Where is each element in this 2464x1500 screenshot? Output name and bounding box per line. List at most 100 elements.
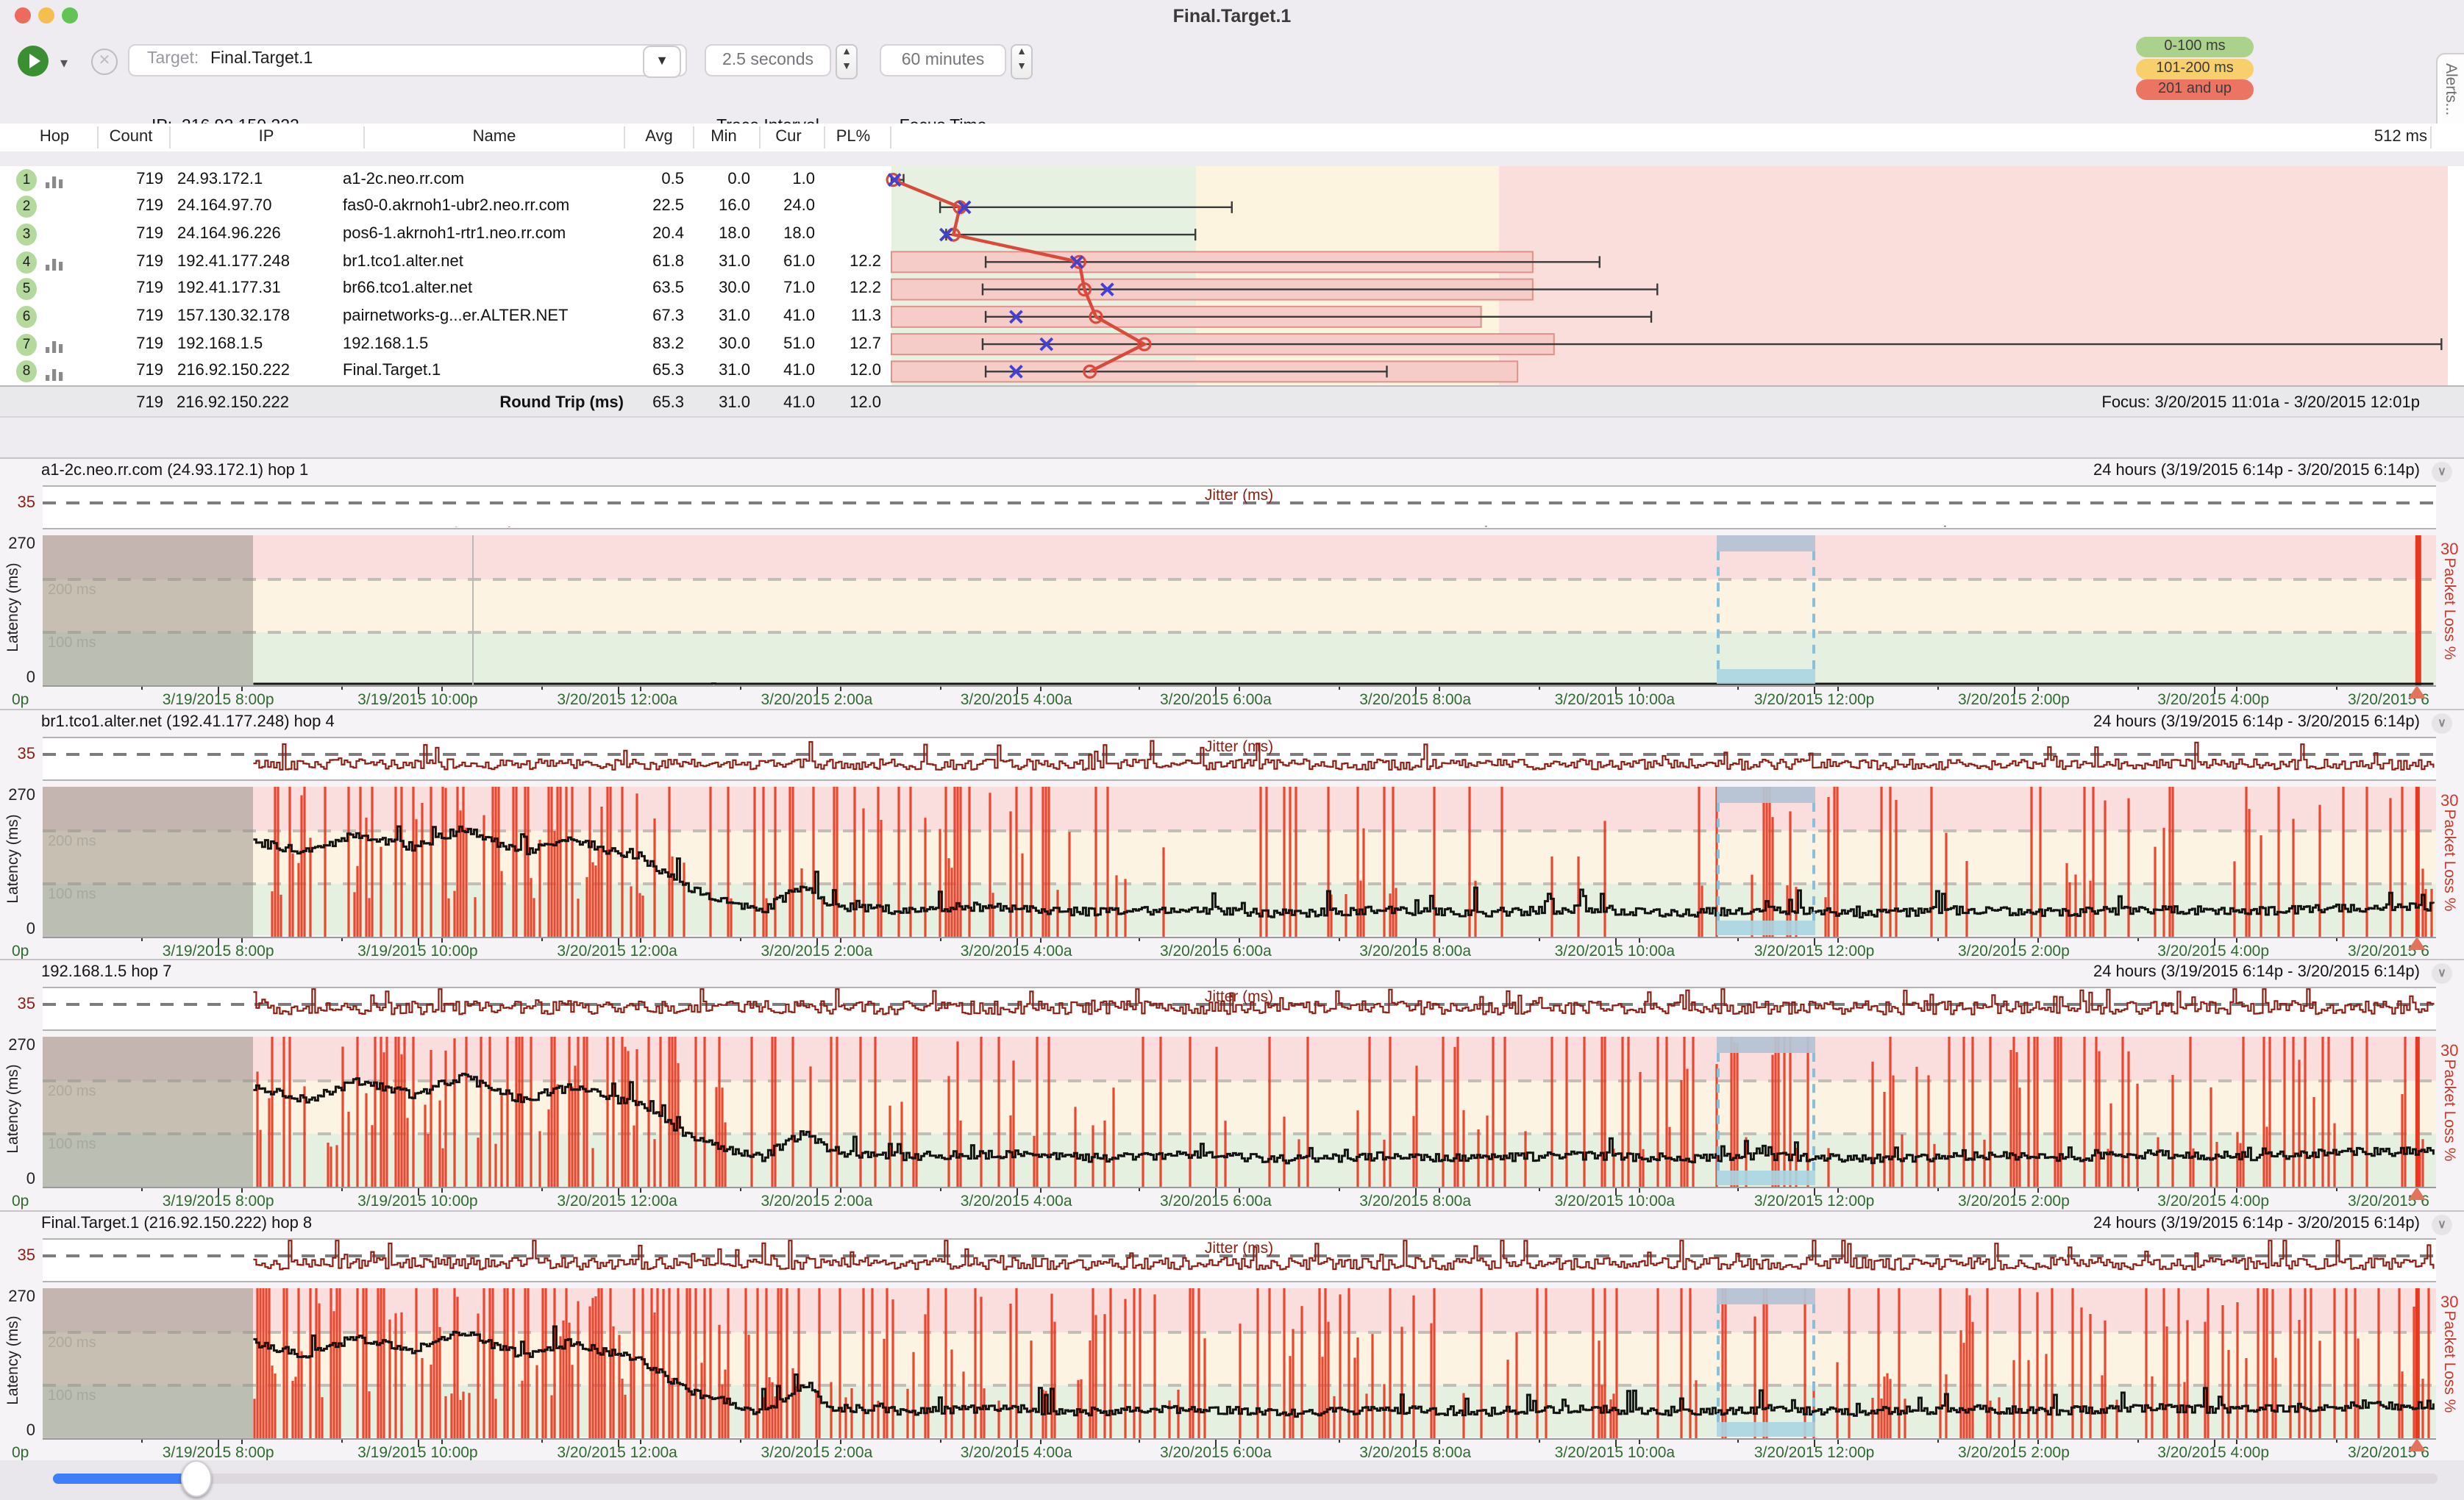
axis-label: 3/19/2015 8:00p <box>130 942 307 960</box>
axis-tick <box>142 938 143 940</box>
focus-selection-right-edge[interactable] <box>1813 802 1816 920</box>
axis-tick <box>1538 687 1539 690</box>
focus-time-input[interactable]: 60 minutes <box>880 44 1006 76</box>
focus-selection-left-edge[interactable] <box>1716 1304 1719 1421</box>
legend-pill-1[interactable]: 101-200 ms <box>2136 58 2254 79</box>
axis-label: 3/20/2015 8:00a <box>1327 1193 1503 1210</box>
axis-tick <box>2336 938 2337 940</box>
timeline-options-chevron-icon[interactable]: ∨ <box>2432 1214 2452 1235</box>
focus-selection-bottom-handle[interactable] <box>1716 1421 1816 1436</box>
focus-selection-right-edge[interactable] <box>1813 1304 1816 1421</box>
axis-label: 3/20/2015 8:00a <box>1327 1443 1503 1461</box>
focus-selection-right-edge[interactable] <box>1813 551 1816 669</box>
latency-plot[interactable]: 200 ms100 ms <box>42 1037 2436 1187</box>
jitter-axis-tick: 35 <box>0 494 35 512</box>
axis-tick <box>541 938 542 940</box>
axis-label: 3/20/2015 4:00p <box>2125 691 2301 709</box>
focus-selection-bottom-handle[interactable] <box>1716 669 1816 684</box>
target-dropdown-button[interactable]: ▼ <box>643 46 681 78</box>
axis-label-partial-left: 0p <box>12 691 29 709</box>
stop-trace-button[interactable]: ✕ <box>91 49 118 75</box>
axis-label: 3/19/2015 10:00p <box>330 691 506 709</box>
packet-loss-axis-label: Packet Loss % <box>2440 796 2458 923</box>
timeline-options-chevron-icon[interactable]: ∨ <box>2432 712 2452 733</box>
axis-tick <box>740 687 741 690</box>
timeline-title: br1.tco1.alter.net (192.41.177.248) hop … <box>41 712 335 730</box>
latency-plot[interactable]: 200 ms100 ms <box>42 535 2436 685</box>
axis-tick <box>341 1188 343 1191</box>
slider-knob[interactable] <box>181 1460 212 1496</box>
axis-tick <box>1339 687 1340 690</box>
axis-tick <box>740 938 741 940</box>
legend-pill-2[interactable]: 201 and up <box>2136 79 2254 100</box>
latency-plot[interactable]: 200 ms100 ms <box>42 786 2436 936</box>
focus-selection-top-handle[interactable] <box>1716 786 1816 802</box>
timeline-section-hop8: Final.Target.1 (216.92.150.222) hop 824 … <box>0 1210 2464 1460</box>
axis-tick <box>940 1188 941 1191</box>
column-header-name[interactable]: Name <box>435 128 553 146</box>
axis-tick <box>541 1188 542 1191</box>
timeline-title: Final.Target.1 (216.92.150.222) hop 8 <box>41 1214 312 1232</box>
latency-axis-label: Latency (ms) <box>4 1050 22 1168</box>
axis-label: 3/20/2015 12:00a <box>529 1193 705 1210</box>
latency-plot[interactable]: 200 ms100 ms <box>42 1288 2436 1438</box>
axis-tick <box>1738 687 1740 690</box>
legend-pill-0[interactable]: 0-100 ms <box>2136 37 2254 57</box>
column-header-ip[interactable]: IP <box>207 128 325 146</box>
column-header-count[interactable]: Count <box>72 128 190 146</box>
jitter-axis-tick: 35 <box>0 745 35 762</box>
trace-interval-stepper[interactable]: ▲▼ <box>836 44 858 79</box>
axis-tick <box>1937 1188 1939 1191</box>
focus-selection-left-edge[interactable] <box>1716 551 1719 669</box>
axis-tick <box>1339 1188 1340 1191</box>
latency-zero-label: 0 <box>0 1421 35 1439</box>
axis-tick <box>1937 1439 1939 1442</box>
axis-label: 3/19/2015 10:00p <box>330 1443 506 1461</box>
trace-graph[interactable] <box>0 166 2464 385</box>
axis-label: 3/20/2015 10:00a <box>1526 1443 1703 1461</box>
focus-selection-left-edge[interactable] <box>1716 802 1719 920</box>
round-trip-count: 719 <box>118 394 163 412</box>
axis-label: 3/19/2015 10:00p <box>330 942 506 960</box>
focus-selection-bottom-handle[interactable] <box>1716 1171 1816 1185</box>
round-trip-ip: 216.92.150.222 <box>177 394 289 412</box>
slider-track[interactable] <box>53 1473 2438 1483</box>
start-trace-button[interactable] <box>18 46 49 76</box>
axis-tick <box>2137 687 2138 690</box>
target-input-value[interactable]: Final.Target.1 <box>210 50 313 68</box>
no-data-overlay <box>42 535 252 685</box>
trace-interval-input[interactable]: 2.5 seconds <box>705 44 831 76</box>
focus-selection-left-edge[interactable] <box>1716 1053 1719 1171</box>
focus-selection-top-handle[interactable] <box>1716 1037 1816 1053</box>
app-window: Final.Target.1 ▾ ✕ Target: Final.Target.… <box>0 0 2464 1500</box>
trace-menu-chevron-icon[interactable]: ▾ <box>60 56 68 72</box>
axis-label: 3/19/2015 8:00p <box>130 691 307 709</box>
timeline-options-chevron-icon[interactable]: ∨ <box>2432 963 2452 984</box>
focus-time-stepper[interactable]: ▲▼ <box>1011 44 1033 79</box>
packet-loss-event <box>2415 1288 2419 1438</box>
timeline-range-label: 24 hours (3/19/2015 6:14p - 3/20/2015 6:… <box>2093 712 2420 730</box>
jitter-strip[interactable]: Jitter (ms) <box>42 736 2436 780</box>
axis-tick <box>341 938 343 940</box>
focus-selection-right-edge[interactable] <box>1813 1053 1816 1171</box>
packet-loss-axis-label: Packet Loss % <box>2440 1298 2458 1424</box>
axis-tick <box>940 687 941 690</box>
focus-selection-top-handle[interactable] <box>1716 1288 1816 1304</box>
axis-label-partial-left: 0p <box>12 1193 29 1210</box>
axis-label: 3/20/2015 4:00p <box>2125 942 2301 960</box>
no-data-overlay <box>42 1288 252 1438</box>
jitter-strip[interactable]: Jitter (ms) <box>42 1238 2436 1282</box>
focus-selection-top-handle[interactable] <box>1716 535 1816 551</box>
jitter-strip[interactable]: Jitter (ms) <box>42 987 2436 1031</box>
axis-label: 3/19/2015 10:00p <box>330 1193 506 1210</box>
timeline-title: 192.168.1.5 hop 7 <box>41 963 171 981</box>
column-header-pl[interactable]: PL% <box>794 128 912 146</box>
axis-tick <box>1139 938 1141 940</box>
axis-tick <box>1937 938 1939 940</box>
graph-scale-label: 512 ms <box>2374 128 2427 146</box>
packet-loss-axis-label: Packet Loss % <box>2440 1047 2458 1174</box>
timeline-options-chevron-icon[interactable]: ∨ <box>2432 462 2452 482</box>
jitter-strip[interactable]: Jitter (ms) <box>42 485 2436 529</box>
axis-label: 3/20/2015 12:00p <box>1726 1193 1903 1210</box>
focus-selection-bottom-handle[interactable] <box>1716 920 1816 935</box>
